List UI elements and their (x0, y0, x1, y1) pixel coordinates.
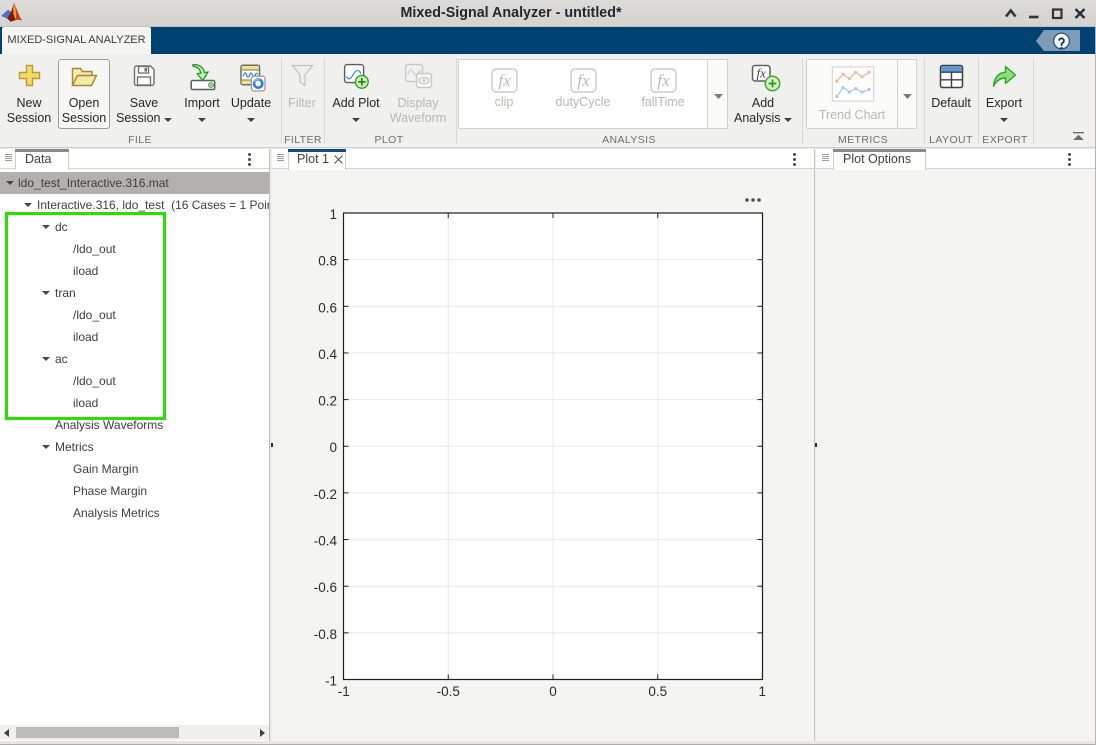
svg-text:-1: -1 (338, 684, 350, 699)
svg-text:0: 0 (549, 684, 557, 699)
svg-text:0.8: 0.8 (318, 254, 337, 269)
svg-text:0.2: 0.2 (318, 394, 337, 409)
svg-text:0: 0 (329, 440, 337, 455)
svg-text:fx: fx (757, 66, 767, 81)
svg-text:1: 1 (758, 684, 766, 699)
svg-text:fx: fx (577, 71, 590, 90)
svg-text:-0.2: -0.2 (314, 487, 337, 502)
svg-text:-0.5: -0.5 (437, 684, 460, 699)
svg-text:fx: fx (657, 71, 670, 90)
svg-text:0.5: 0.5 (648, 684, 667, 699)
svg-text:-0.6: -0.6 (314, 580, 337, 595)
svg-text:-1: -1 (325, 674, 337, 689)
svg-text:0.6: 0.6 (318, 300, 337, 315)
svg-text:-0.4: -0.4 (314, 534, 338, 549)
svg-text:0.4: 0.4 (318, 347, 337, 362)
svg-text:-0.8: -0.8 (314, 627, 337, 642)
svg-text:1: 1 (329, 207, 337, 222)
svg-text:fx: fx (498, 71, 511, 90)
